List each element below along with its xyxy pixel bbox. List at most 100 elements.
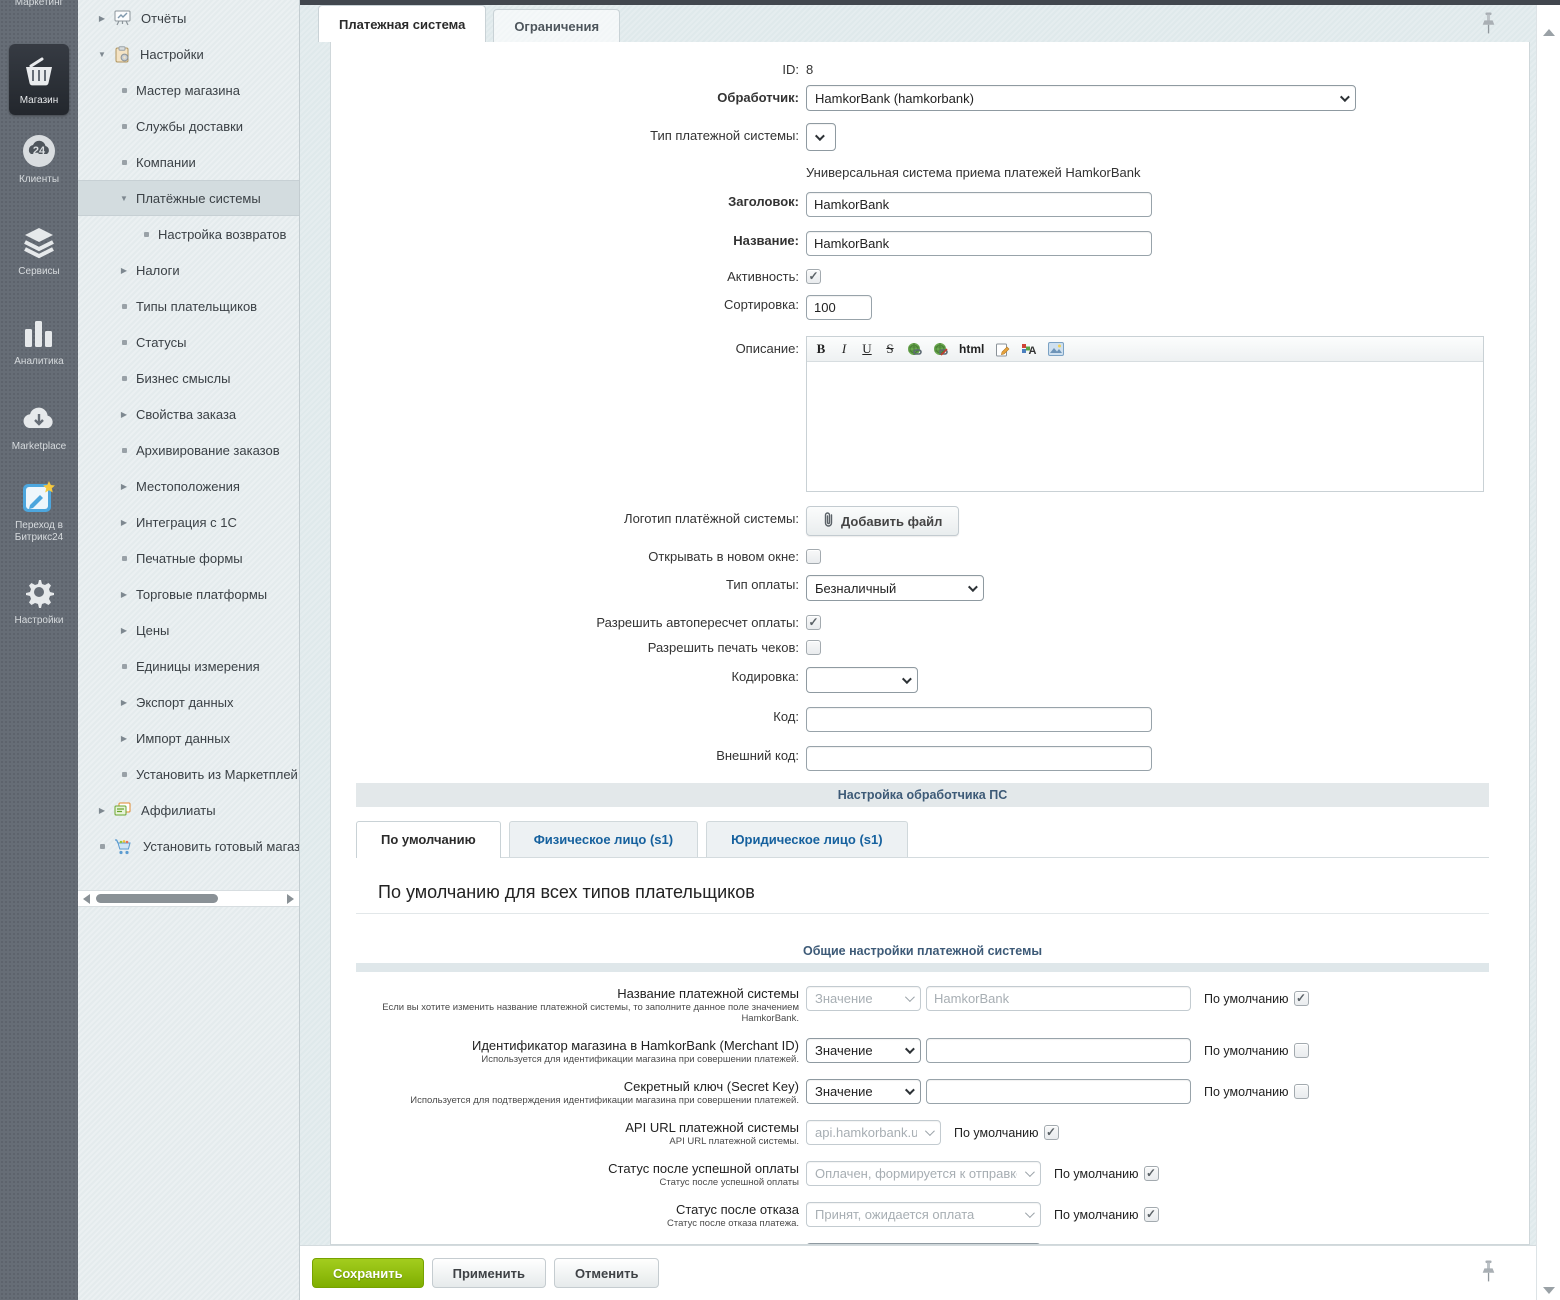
payer-tab-2[interactable]: Физическое лицо (s1)	[509, 821, 698, 857]
default-checkbox[interactable]: ✓	[1294, 991, 1309, 1006]
image-icon[interactable]	[1048, 342, 1064, 356]
menu-item-6[interactable]: ▼Платёжные системы	[78, 180, 299, 216]
scroll-down-arrow-icon[interactable]	[1543, 1287, 1555, 1294]
html-icon[interactable]: html	[959, 342, 984, 356]
menu-item-12[interactable]: ▶Свойства заказа	[78, 396, 299, 432]
value-input[interactable]	[926, 986, 1191, 1011]
triangle-right-icon[interactable]: ▶	[118, 266, 130, 275]
value-input[interactable]	[926, 1079, 1191, 1104]
default-checkbox[interactable]: ✓	[1144, 1207, 1159, 1222]
pin-icon[interactable]	[1481, 12, 1496, 38]
menu-horizontal-scrollbar[interactable]	[78, 890, 299, 907]
snippet-icon[interactable]	[995, 342, 1010, 357]
underline-icon[interactable]: U	[861, 341, 873, 357]
menu-item-15[interactable]: ▶Интеграция с 1С	[78, 504, 299, 540]
menu-item-21[interactable]: ▶Импорт данных	[78, 720, 299, 756]
add-file-button[interactable]: Добавить файл	[806, 506, 959, 536]
menu-item-17[interactable]: ▶Торговые платформы	[78, 576, 299, 612]
menu-item-8[interactable]: ▶Налоги	[78, 252, 299, 288]
menu-item-2[interactable]: ▼Настройки	[78, 36, 299, 72]
default-checkbox[interactable]: ✓	[1294, 1084, 1309, 1099]
cancel-button[interactable]: Отменить	[554, 1258, 660, 1288]
triangle-right-icon[interactable]: ▶	[118, 518, 130, 527]
payer-tab-1[interactable]: По умолчанию	[356, 821, 501, 858]
triangle-right-icon[interactable]: ▶	[118, 410, 130, 419]
tab-payment-system[interactable]: Платежная система	[318, 5, 486, 42]
menu-item-18[interactable]: ▶Цены	[78, 612, 299, 648]
bold-icon[interactable]: B	[815, 341, 827, 357]
menu-item-4[interactable]: Службы доставки	[78, 108, 299, 144]
value-type-select[interactable]: Значение	[806, 1079, 921, 1104]
save-button[interactable]: Сохранить	[312, 1258, 424, 1288]
menu-item-22[interactable]: Установить из Маркетплей	[78, 756, 299, 792]
rail-item-7[interactable]: Переход в Битрикс24	[0, 477, 78, 544]
default-checkbox[interactable]: ✓	[1044, 1125, 1059, 1140]
rail-item-5[interactable]: Аналитика	[0, 313, 78, 368]
active-checkbox[interactable]: ✓	[806, 269, 821, 284]
value-select[interactable]: Оплачен, формируется к отправке	[806, 1161, 1041, 1186]
scroll-up-arrow-icon[interactable]	[1543, 29, 1555, 36]
default-checkbox[interactable]: ✓	[1294, 1043, 1309, 1058]
value-input[interactable]	[926, 1038, 1191, 1063]
triangle-right-icon[interactable]: ▶	[118, 698, 130, 707]
value-type-select[interactable]: Значение	[806, 1038, 921, 1063]
ps-type-select[interactable]	[806, 123, 836, 151]
rail-item-8[interactable]: Настройки	[0, 572, 78, 627]
rail-item-1[interactable]: Маркетинг	[0, 0, 78, 9]
italic-icon[interactable]: I	[838, 341, 850, 357]
pin-icon[interactable]	[1481, 1260, 1496, 1286]
tab-restrictions[interactable]: Ограничения	[493, 9, 620, 42]
triangle-right-icon[interactable]: ▶	[118, 626, 130, 635]
menu-item-11[interactable]: Бизнес смыслы	[78, 360, 299, 396]
font-color-icon[interactable]: A	[1021, 342, 1037, 357]
name-input[interactable]	[806, 231, 1152, 256]
payer-tab-3[interactable]: Юридическое лицо (s1)	[706, 821, 907, 857]
menu-item-7[interactable]: Настройка возвратов	[78, 216, 299, 252]
remove-link-icon[interactable]	[933, 342, 948, 357]
handler-select[interactable]: HamkorBank (hamkorbank)	[806, 85, 1356, 111]
scroll-left-arrow-icon[interactable]	[83, 894, 90, 904]
auto-recalc-checkbox[interactable]: ✓	[806, 615, 821, 630]
rail-item-6[interactable]: Marketplace	[0, 398, 78, 453]
value-type-select[interactable]: Значение	[806, 986, 921, 1011]
menu-item-9[interactable]: Типы плательщиков	[78, 288, 299, 324]
new-window-checkbox[interactable]: ✓	[806, 549, 821, 564]
value-select[interactable]: Принят, ожидается оплата	[806, 1202, 1041, 1227]
description-editor-body[interactable]	[807, 362, 1483, 491]
print-receipts-checkbox[interactable]: ✓	[806, 640, 821, 655]
triangle-right-icon[interactable]: ▶	[96, 14, 108, 23]
triangle-right-icon[interactable]: ▶	[96, 806, 108, 815]
scroll-right-arrow-icon[interactable]	[287, 894, 294, 904]
menu-item-20[interactable]: ▶Экспорт данных	[78, 684, 299, 720]
apply-button[interactable]: Применить	[432, 1258, 546, 1288]
strike-icon[interactable]: S	[884, 341, 896, 357]
menu-item-23[interactable]: ▶Аффилиаты	[78, 792, 299, 828]
page-vertical-scrollbar[interactable]	[1536, 5, 1560, 1300]
menu-item-5[interactable]: Компании	[78, 144, 299, 180]
value-select[interactable]: api.hamkorbank.uz	[806, 1120, 941, 1145]
sort-input[interactable]	[806, 295, 872, 320]
menu-item-10[interactable]: Статусы	[78, 324, 299, 360]
menu-item-13[interactable]: Архивирование заказов	[78, 432, 299, 468]
triangle-right-icon[interactable]: ▶	[118, 590, 130, 599]
menu-item-14[interactable]: ▶Местоположения	[78, 468, 299, 504]
menu-item-16[interactable]: Печатные формы	[78, 540, 299, 576]
scrollbar-thumb[interactable]	[96, 894, 218, 903]
title-input[interactable]	[806, 192, 1152, 217]
encoding-select[interactable]	[806, 667, 918, 693]
code-input[interactable]	[806, 707, 1152, 732]
rail-item-3[interactable]: 24Клиенты	[0, 131, 78, 186]
menu-item-3[interactable]: Мастер магазина	[78, 72, 299, 108]
triangle-down-icon[interactable]: ▼	[118, 194, 130, 203]
external-code-input[interactable]	[806, 746, 1152, 771]
pay-type-select[interactable]: Безналичный	[806, 575, 984, 601]
rail-item-4[interactable]: Сервисы	[0, 223, 78, 278]
insert-link-icon[interactable]	[907, 342, 922, 357]
menu-item-19[interactable]: Единицы измерения	[78, 648, 299, 684]
triangle-right-icon[interactable]: ▶	[118, 734, 130, 743]
rail-item-2[interactable]: Магазин	[9, 44, 69, 115]
menu-item-1[interactable]: ▶Отчёты	[78, 0, 299, 36]
menu-item-24[interactable]: Установить готовый магази	[78, 828, 299, 864]
triangle-down-icon[interactable]: ▼	[96, 50, 108, 59]
triangle-right-icon[interactable]: ▶	[118, 482, 130, 491]
